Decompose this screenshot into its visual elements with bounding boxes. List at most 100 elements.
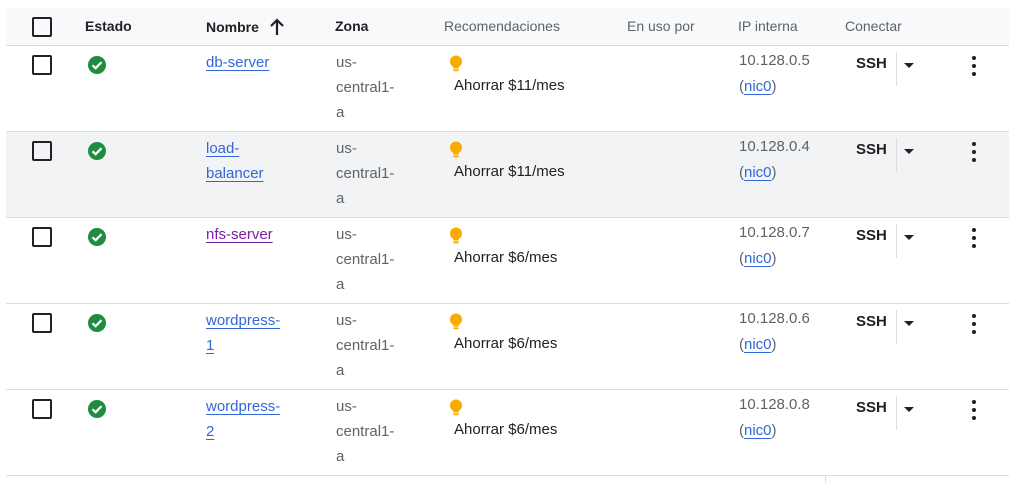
header-en-uso-por: En uso por — [627, 18, 695, 34]
chevron-down-icon[interactable] — [904, 407, 914, 412]
zone-cell: us-central1- a — [336, 222, 406, 297]
row-checkbox[interactable] — [32, 313, 52, 333]
table-row[interactable]: db-server us-central1- a Ahorrar $11/mes 10.… — [6, 46, 1009, 132]
chevron-down-icon[interactable] — [904, 321, 914, 326]
header-nombre-label: Nombre — [206, 19, 259, 35]
more-actions-icon[interactable] — [972, 314, 976, 338]
chevron-down-icon[interactable] — [904, 235, 914, 240]
lightbulb-icon — [450, 55, 462, 72]
more-actions-icon[interactable] — [972, 400, 976, 424]
vm-instances-table: Estado Nombre Zona Recomendaciones En us… — [6, 8, 1009, 476]
lightbulb-icon — [450, 399, 462, 416]
table-row[interactable]: wordpress- 2 us-central1- a Ahorrar $6/mes 10… — [6, 390, 1009, 476]
recommendation-link[interactable]: Ahorrar $6/mes — [454, 420, 557, 440]
header-estado[interactable]: Estado — [85, 18, 132, 35]
nic-line: (nic0) — [739, 336, 777, 353]
row-checkbox[interactable] — [32, 55, 52, 75]
lightbulb-icon — [450, 227, 462, 244]
status-ok-icon — [88, 228, 106, 246]
internal-ip-cell: 10.128.0.7 (nic0) — [739, 220, 810, 272]
zone-line: a — [336, 448, 345, 465]
zone-line: a — [336, 104, 345, 121]
more-actions-icon[interactable] — [972, 142, 976, 166]
nic-link[interactable]: nic0 — [744, 78, 772, 95]
select-all-checkbox[interactable] — [32, 17, 52, 37]
zone-cell: us-central1- a — [336, 394, 406, 469]
ssh-button[interactable]: SSH — [856, 313, 887, 330]
nic-link[interactable]: nic0 — [744, 250, 772, 267]
ssh-split-divider — [896, 396, 897, 430]
arrow-up-icon — [270, 18, 284, 35]
header-nombre[interactable]: Nombre — [206, 18, 285, 36]
internal-ip: 10.128.0.6 — [739, 310, 810, 327]
instance-name-line: balancer — [206, 165, 264, 182]
instance-name-line: wordpress- — [206, 398, 281, 415]
header-zona[interactable]: Zona — [335, 18, 368, 35]
header-conectar: Conectar — [845, 18, 902, 34]
internal-ip-cell: 10.128.0.8 (nic0) — [739, 392, 810, 444]
recommendation-link[interactable]: Ahorrar $6/mes — [454, 334, 557, 354]
table-row[interactable]: nfs-server us-central1- a Ahorrar $6/mes 10.… — [6, 218, 1009, 304]
row-checkbox[interactable] — [32, 141, 52, 161]
ssh-button[interactable]: SSH — [856, 399, 887, 416]
nic-link[interactable]: nic0 — [744, 164, 772, 181]
instance-name-link[interactable]: db-server — [206, 50, 296, 75]
table-body: db-server us-central1- a Ahorrar $11/mes 10.… — [6, 46, 1009, 476]
recommendation-link[interactable]: Ahorrar $6/mes — [454, 248, 557, 268]
table-row[interactable]: load-balancer us-central1- a Ahorrar $11/me… — [6, 132, 1009, 218]
internal-ip: 10.128.0.7 — [739, 224, 810, 241]
zone-line: central1- — [336, 423, 395, 440]
internal-ip: 10.128.0.5 — [739, 52, 810, 69]
nic-line: (nic0) — [739, 78, 777, 95]
table-row[interactable]: wordpress- 1 us-central1- a Ahorrar $6/mes 10… — [6, 304, 1009, 390]
status-ok-icon — [88, 142, 106, 160]
more-actions-icon[interactable] — [972, 228, 976, 252]
zone-line: a — [336, 190, 345, 207]
zone-line: a — [336, 276, 345, 293]
more-actions-icon[interactable] — [972, 56, 976, 80]
chevron-down-icon[interactable] — [904, 149, 914, 154]
internal-ip-cell: 10.128.0.4 (nic0) — [739, 134, 810, 186]
zone-line: us- — [336, 312, 357, 329]
instance-name-link[interactable]: load-balancer — [206, 136, 296, 186]
zone-line: us- — [336, 226, 357, 243]
status-ok-icon — [88, 56, 106, 74]
internal-ip: 10.128.0.4 — [739, 138, 810, 155]
lightbulb-icon — [450, 141, 462, 158]
nic-link[interactable]: nic0 — [744, 422, 772, 439]
instance-name-link[interactable]: nfs-server — [206, 222, 296, 247]
nic-line: (nic0) — [739, 164, 777, 181]
internal-ip: 10.128.0.8 — [739, 396, 810, 413]
chevron-down-icon[interactable] — [904, 63, 914, 68]
recommendation-link[interactable]: Ahorrar $11/mes — [454, 162, 565, 182]
ssh-split-divider — [896, 224, 897, 258]
zone-line: central1- — [336, 337, 395, 354]
ssh-button[interactable]: SSH — [856, 227, 887, 244]
instance-name-line: nfs-server — [206, 226, 273, 243]
instance-name-link[interactable]: wordpress- 1 — [206, 308, 296, 358]
instance-name-line: 2 — [206, 423, 215, 440]
instance-name-line: 1 — [206, 337, 215, 354]
status-ok-icon — [88, 314, 106, 332]
zone-line: central1- — [336, 251, 395, 268]
ssh-button[interactable]: SSH — [856, 55, 887, 72]
row-checkbox[interactable] — [32, 399, 52, 419]
zone-line: us- — [336, 54, 357, 71]
internal-ip-cell: 10.128.0.5 (nic0) — [739, 48, 810, 100]
instance-name-line: db-server — [206, 54, 270, 71]
status-ok-icon — [88, 400, 106, 418]
recommendation-link[interactable]: Ahorrar $11/mes — [454, 76, 565, 96]
instance-name-link[interactable]: wordpress- 2 — [206, 394, 296, 444]
instance-name-line: load- — [206, 140, 240, 157]
zone-line: us- — [336, 398, 357, 415]
nic-link[interactable]: nic0 — [744, 336, 772, 353]
ssh-split-divider — [896, 138, 897, 172]
zone-line: central1- — [336, 79, 395, 96]
ssh-split-divider — [896, 52, 897, 86]
table-header: Estado Nombre Zona Recomendaciones En us… — [6, 8, 1009, 46]
zone-line: central1- — [336, 165, 395, 182]
row-checkbox[interactable] — [32, 227, 52, 247]
internal-ip-cell: 10.128.0.6 (nic0) — [739, 306, 810, 358]
ssh-button[interactable]: SSH — [856, 141, 887, 158]
zone-cell: us-central1- a — [336, 308, 406, 383]
